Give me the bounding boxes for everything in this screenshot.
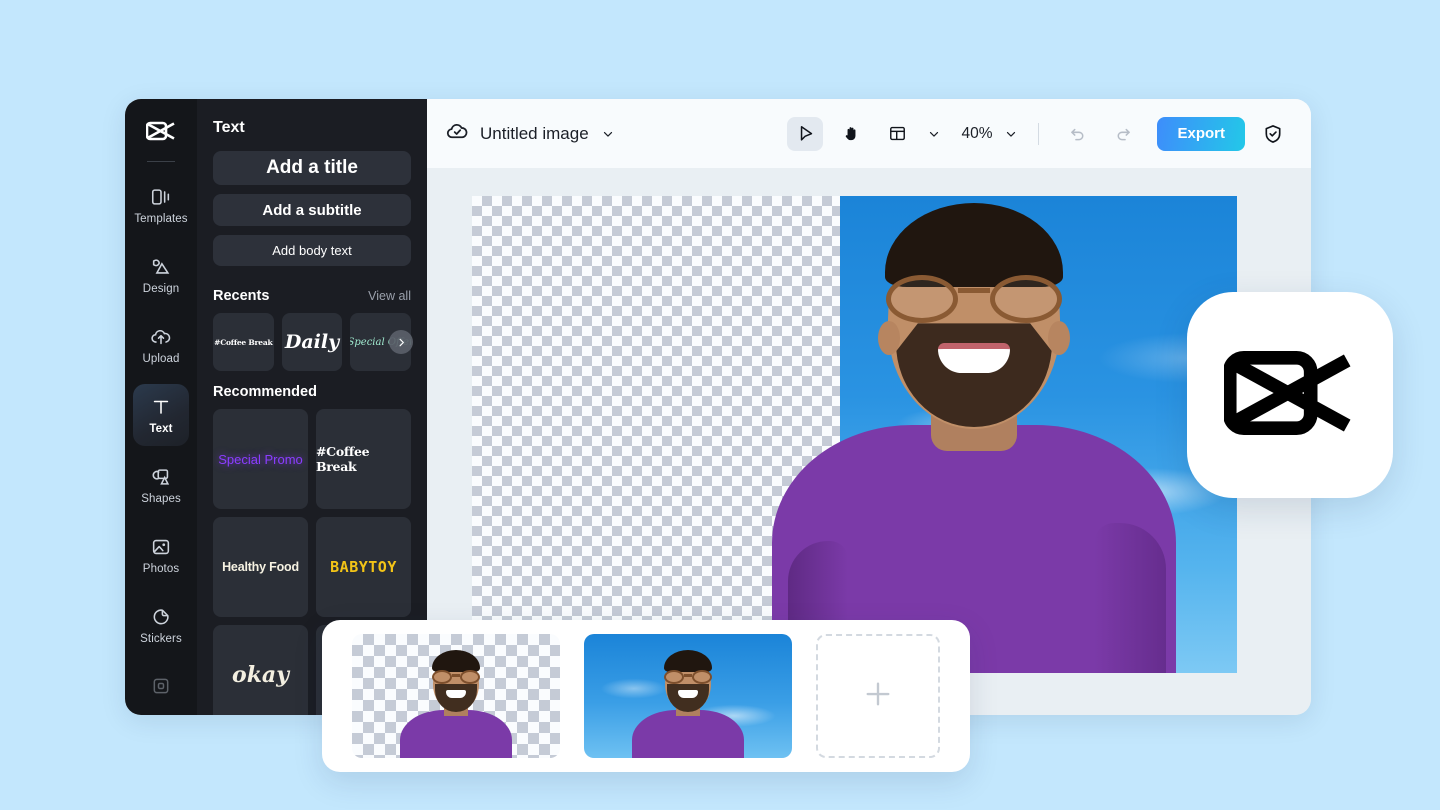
recommended-card-label: #Coffee Break xyxy=(316,444,370,474)
select-cursor-icon[interactable] xyxy=(787,116,824,151)
zoom-level-value[interactable]: 40% xyxy=(961,125,992,143)
add-subtitle-button[interactable]: Add a subtitle xyxy=(213,194,411,226)
recommended-card-label: Special Promo xyxy=(218,451,303,467)
zoom-chevron-down-icon[interactable] xyxy=(1004,127,1018,141)
thumbnail-transparent-background[interactable] xyxy=(352,634,561,758)
recents-view-all-link[interactable]: View all xyxy=(368,289,411,303)
sidebar-item-photos[interactable]: Photos xyxy=(133,524,189,586)
toolbar-divider xyxy=(1038,122,1040,145)
recent-template-card[interactable]: Daily xyxy=(281,313,343,371)
add-image-slot[interactable] xyxy=(816,634,941,758)
sidebar-item-upload[interactable]: Upload xyxy=(133,314,189,376)
sidebar-item-design[interactable]: Design xyxy=(133,244,189,306)
rail-divider xyxy=(147,161,175,162)
sidebar-item-shapes[interactable]: Shapes xyxy=(133,454,189,516)
recommended-template-card[interactable]: #Coffee Break xyxy=(316,409,411,509)
recents-section-header: Recents View all xyxy=(213,288,411,304)
add-title-button[interactable]: Add a title xyxy=(213,151,411,185)
recent-card-label: Daily xyxy=(284,331,340,353)
recommended-section-header: Recommended xyxy=(213,384,411,400)
recommended-template-card[interactable]: Healthy Food xyxy=(213,517,308,617)
recommended-heading: Recommended xyxy=(213,384,317,400)
smiling-man-photo xyxy=(764,203,1184,673)
sidebar-item-stickers[interactable]: Stickers xyxy=(133,594,189,656)
thumbnail-blue-sky-background[interactable] xyxy=(584,634,793,758)
capcut-logo-icon xyxy=(1222,341,1356,450)
sidebar-item-text[interactable]: Text xyxy=(133,384,189,446)
left-icon-rail: Templates Design Upload Text Shapes Phot… xyxy=(125,99,197,715)
top-toolbar: Untitled image 40% Export xyxy=(427,99,1311,168)
recommended-template-card[interactable]: BABYTOY xyxy=(316,517,411,617)
title-chevron-down-icon[interactable] xyxy=(601,127,615,141)
sidebar-item-label: Templates xyxy=(134,212,188,225)
sidebar-item-label: Text xyxy=(149,422,173,435)
hand-pan-icon[interactable] xyxy=(833,117,869,151)
thumbnail-subject xyxy=(397,650,515,758)
cloud-check-icon[interactable] xyxy=(445,119,470,149)
capcut-logo-badge xyxy=(1187,292,1393,498)
layout-chevron-down-icon[interactable] xyxy=(927,127,941,141)
undo-arrow-icon[interactable] xyxy=(1059,117,1095,151)
panel-title: Text xyxy=(213,119,245,136)
redo-arrow-icon[interactable] xyxy=(1105,117,1141,151)
sidebar-item-label: Upload xyxy=(142,352,180,365)
recommended-template-card[interactable]: Special Promo xyxy=(213,409,308,509)
sidebar-item-label: Photos xyxy=(142,562,180,575)
recommended-card-label: Healthy Food xyxy=(222,560,299,574)
recents-heading: Recents xyxy=(213,288,270,304)
recommended-card-label: okay xyxy=(232,662,289,688)
add-body-text-button[interactable]: Add body text xyxy=(213,235,411,266)
filmstrip-panel xyxy=(322,620,970,772)
frame-square-icon[interactable] xyxy=(133,664,189,708)
export-button[interactable]: Export xyxy=(1157,116,1245,151)
capcut-logo-icon[interactable] xyxy=(139,109,183,153)
image-artboard[interactable] xyxy=(472,196,1237,673)
thumbnail-subject xyxy=(629,650,747,758)
shield-check-icon[interactable] xyxy=(1255,117,1291,151)
sidebar-item-templates[interactable]: Templates xyxy=(133,174,189,236)
recommended-template-card[interactable]: okay xyxy=(213,625,308,715)
plus-icon xyxy=(859,675,897,718)
layout-panels-icon[interactable] xyxy=(879,117,915,151)
recommended-card-label: BABYTOY xyxy=(330,558,397,576)
recent-card-label: #Coffee Break xyxy=(214,337,273,347)
sidebar-item-label: Stickers xyxy=(140,632,182,645)
recent-template-card[interactable]: #Coffee Break xyxy=(213,313,274,371)
sidebar-item-label: Shapes xyxy=(141,492,181,505)
chevron-right-icon[interactable] xyxy=(389,330,413,354)
recents-row: #Coffee Break Daily Special Offer xyxy=(213,313,413,371)
document-title[interactable]: Untitled image xyxy=(480,124,589,144)
sidebar-item-label: Design xyxy=(142,282,180,295)
